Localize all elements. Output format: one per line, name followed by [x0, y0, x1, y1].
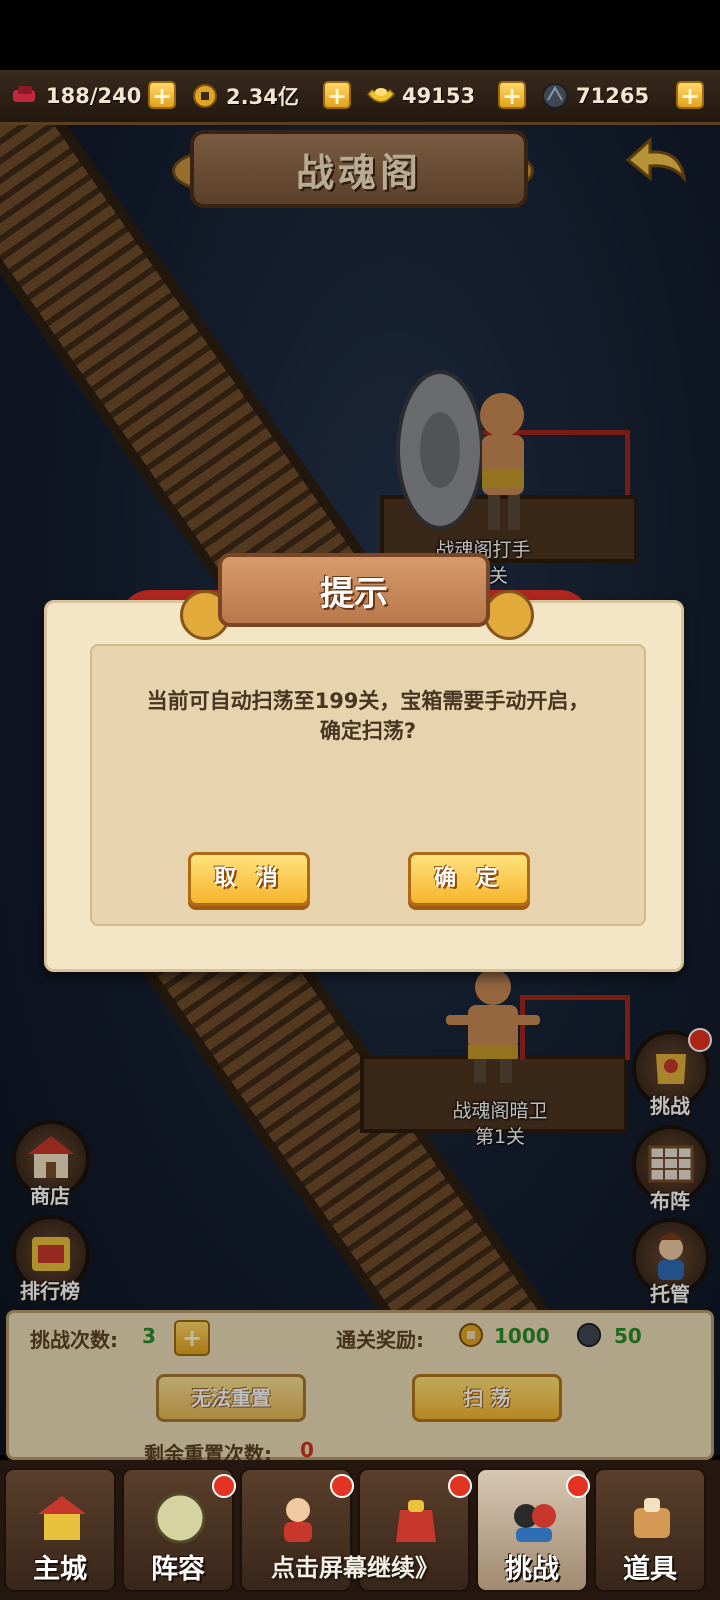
- nav-challenge-notification-dot: [566, 1474, 590, 1498]
- nav-challenge[interactable]: 挑战: [476, 1468, 590, 1592]
- items-icon: [634, 1498, 670, 1538]
- stamina-icon: [10, 81, 40, 111]
- copper-coin-icon: [190, 81, 220, 111]
- dialog-ornament-right: [484, 590, 534, 640]
- main-city-icon: [38, 1496, 86, 1540]
- dialog-message: 当前可自动扫荡至199关，宝箱需要手动开启， 确定扫荡?: [110, 686, 626, 746]
- dialog-title-plank: 提示: [218, 553, 490, 627]
- nav-lineup[interactable]: 阵容: [122, 1468, 236, 1592]
- copper-resource: 2.34亿: [190, 78, 299, 114]
- stamina-resource: 188/240: [10, 78, 141, 114]
- nav-lineup-label: 阵容: [151, 1554, 205, 1585]
- resource-bar: 188/240 + 2.34亿 + 49153 + 71265 +: [0, 70, 720, 125]
- challenge-nav-icon: [514, 1504, 556, 1542]
- hero-icon: [284, 1498, 312, 1542]
- nav-items[interactable]: 道具: [594, 1468, 706, 1592]
- add-ore-button[interactable]: +: [676, 81, 704, 109]
- confirm-button[interactable]: 确 定: [408, 852, 530, 906]
- add-copper-button[interactable]: +: [323, 81, 351, 109]
- bag-icon: [396, 1500, 436, 1542]
- lineup-icon: [154, 1492, 206, 1544]
- nav-items-label: 道具: [623, 1554, 677, 1585]
- nav-lineup-notification-dot: [212, 1474, 236, 1498]
- ore-resource: 71265: [540, 78, 649, 114]
- nav-hero-notification-dot: [330, 1474, 354, 1498]
- tap-to-continue-hint[interactable]: 点击屏幕继续》: [250, 1548, 460, 1583]
- gold-ingot-icon: [366, 81, 396, 111]
- ore-icon: [540, 81, 570, 111]
- dialog-title: 提示: [320, 573, 388, 614]
- add-stamina-button[interactable]: +: [148, 81, 176, 109]
- add-gold-button[interactable]: +: [498, 81, 526, 109]
- nav-main-city-label: 主城: [33, 1554, 87, 1585]
- nav-main-city[interactable]: 主城: [4, 1468, 116, 1592]
- dialog-message-line1: 当前可自动扫荡至199关，宝箱需要手动开启，: [146, 689, 590, 713]
- dialog-message-line2: 确定扫荡?: [319, 719, 417, 743]
- nav-challenge-label: 挑战: [505, 1554, 559, 1585]
- gold-resource: 49153: [366, 78, 475, 114]
- nav-bag-notification-dot: [448, 1474, 472, 1498]
- cancel-button[interactable]: 取 消: [188, 852, 310, 906]
